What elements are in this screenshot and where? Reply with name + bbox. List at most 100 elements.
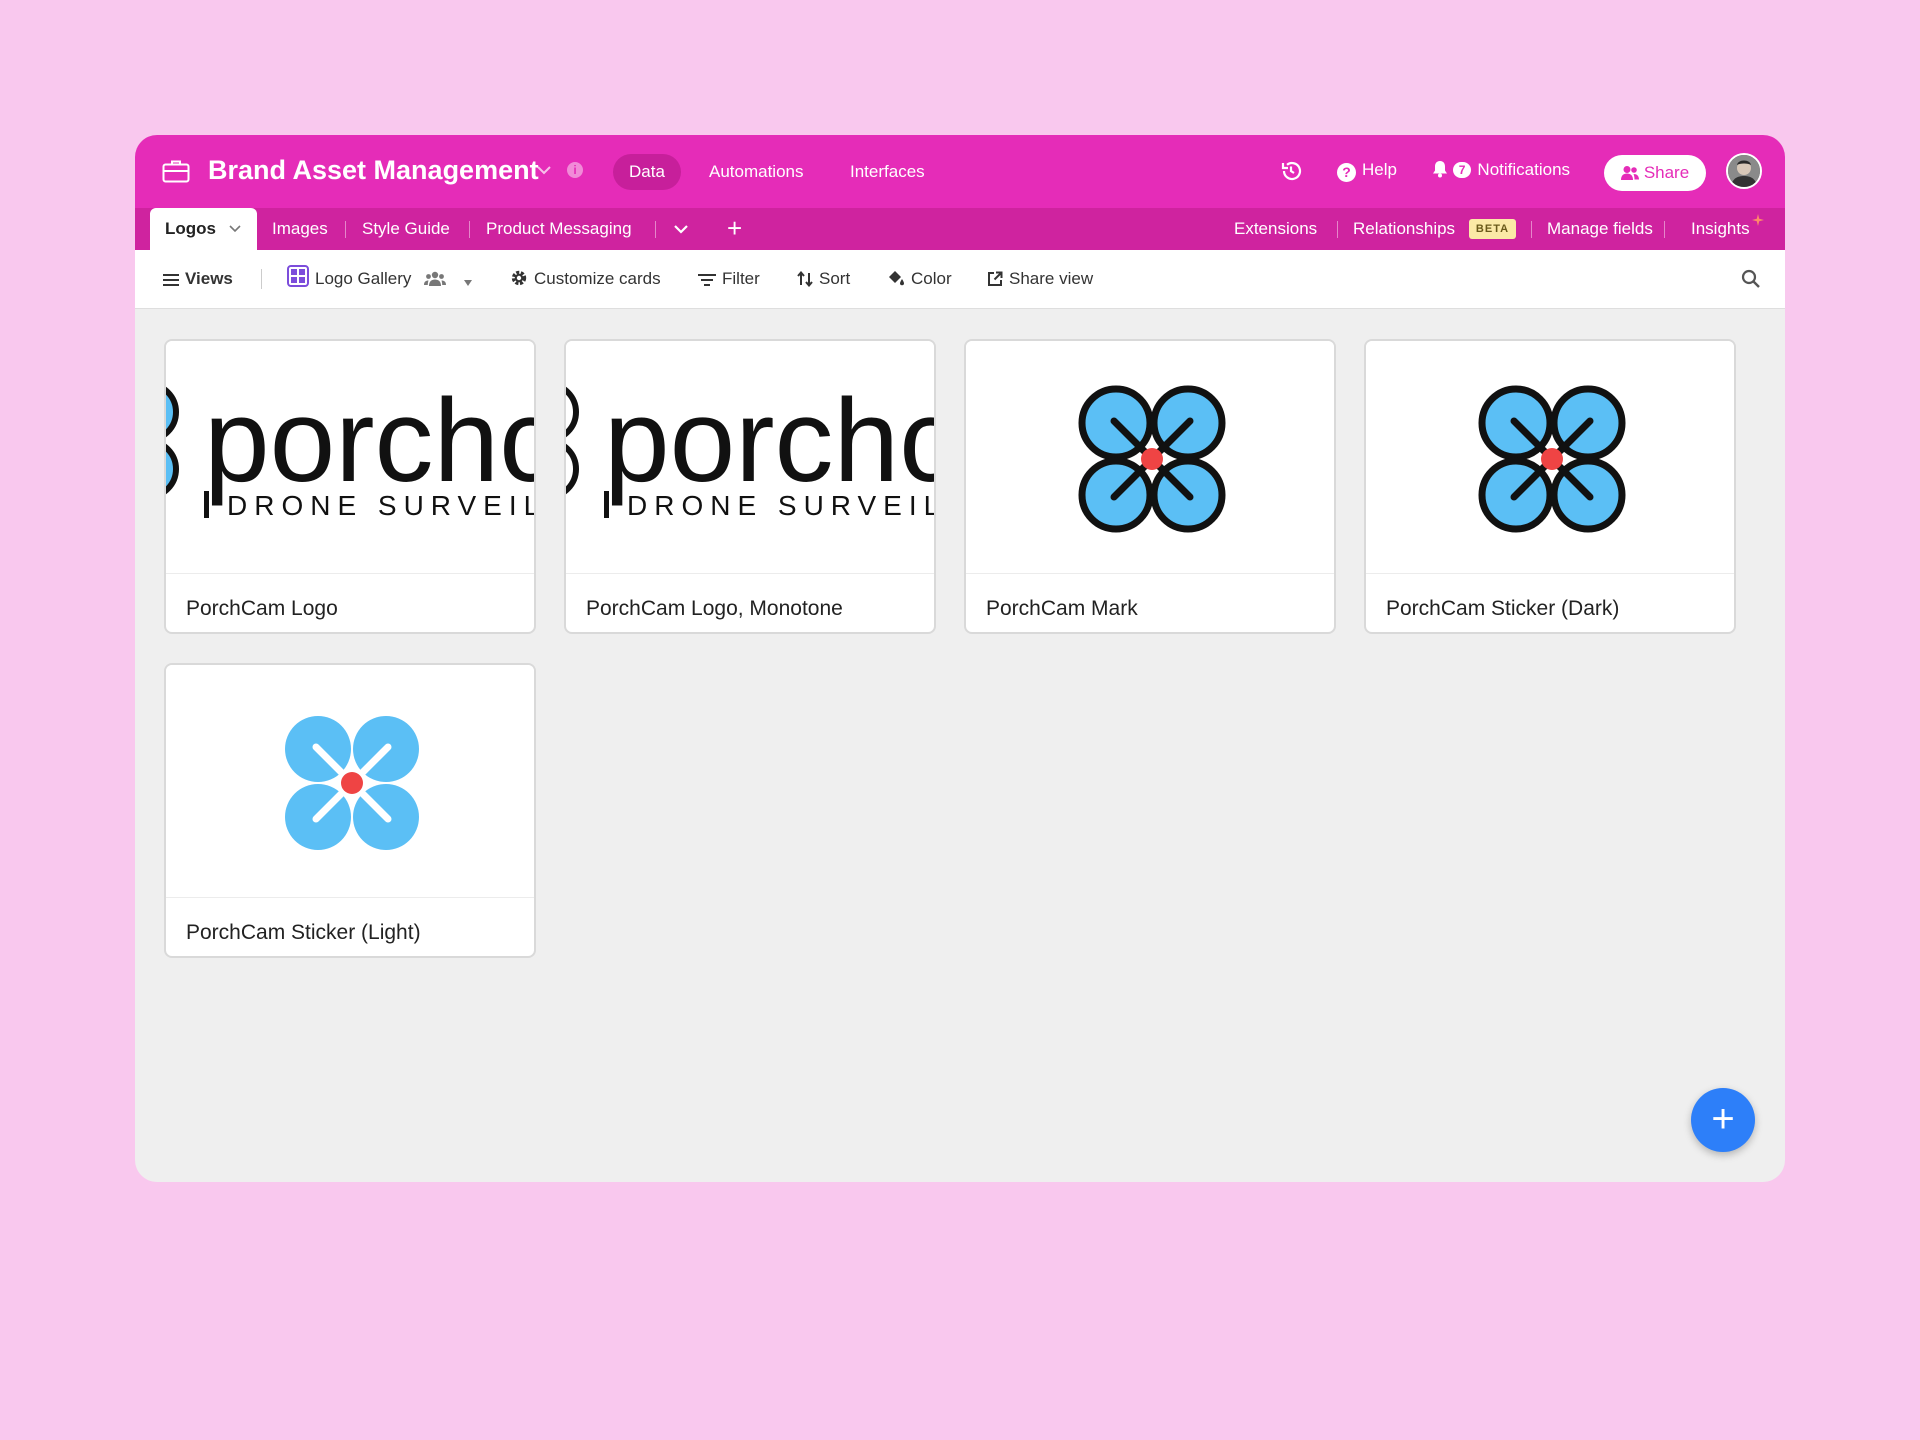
share-button[interactable]: Share bbox=[1604, 155, 1706, 191]
share-label: Share bbox=[1643, 163, 1690, 182]
nav-tab-automations[interactable]: Automations bbox=[709, 154, 804, 190]
app-window: Brand Asset Management i Data Automation… bbox=[135, 135, 1785, 1182]
divider bbox=[261, 269, 262, 289]
sort-button[interactable]: Sort bbox=[797, 250, 850, 308]
help-label: Help bbox=[1362, 160, 1397, 179]
collaborative-icon bbox=[424, 271, 447, 286]
table-tab-label: Logos bbox=[165, 219, 216, 238]
history-icon[interactable] bbox=[1279, 159, 1303, 183]
view-name: Logo Gallery bbox=[315, 269, 412, 288]
users-icon bbox=[1620, 166, 1639, 180]
card-cover-image bbox=[1366, 341, 1734, 573]
table-tab-logos[interactable]: Logos bbox=[150, 208, 257, 250]
relationships-link[interactable]: Relationships bbox=[1353, 208, 1455, 250]
card-divider bbox=[966, 573, 1334, 574]
card-cover-image: porchca DRONE SURVEILL bbox=[566, 341, 934, 573]
porchcam-mark-icon bbox=[1078, 385, 1226, 533]
card-divider bbox=[166, 897, 534, 898]
card-divider bbox=[166, 573, 534, 574]
filter-label: Filter bbox=[722, 269, 760, 288]
search-icon[interactable] bbox=[1741, 269, 1761, 289]
plus-icon: + bbox=[1711, 1097, 1735, 1141]
gallery-view-icon bbox=[287, 265, 309, 287]
sort-icon bbox=[797, 270, 813, 288]
nav-tab-interfaces[interactable]: Interfaces bbox=[850, 154, 925, 190]
notification-count-badge: 7 bbox=[1452, 162, 1472, 178]
porchcam-wordmark-monotone-logo: porchca DRONE SURVEILL bbox=[566, 381, 934, 521]
tab-divider bbox=[1664, 221, 1665, 238]
filter-button[interactable]: Filter bbox=[698, 250, 760, 308]
tab-divider bbox=[1531, 221, 1532, 238]
tab-divider bbox=[1337, 221, 1338, 238]
top-bar: Brand Asset Management i Data Automation… bbox=[135, 135, 1785, 208]
tab-divider bbox=[469, 221, 470, 238]
question-icon: ? bbox=[1337, 163, 1356, 182]
card-title: PorchCam Logo, Monotone bbox=[586, 597, 843, 620]
nav-tab-data[interactable]: Data bbox=[613, 154, 681, 190]
card-divider bbox=[566, 573, 934, 574]
external-share-icon bbox=[988, 271, 1003, 286]
porchcam-sticker-light-icon bbox=[285, 716, 419, 850]
info-icon[interactable]: i bbox=[567, 162, 583, 178]
table-tab-images[interactable]: Images bbox=[272, 208, 328, 250]
extensions-link[interactable]: Extensions bbox=[1234, 208, 1317, 250]
wordmark-text: porchca bbox=[204, 381, 534, 507]
add-table-button[interactable]: + bbox=[727, 214, 742, 242]
card-cover-image bbox=[166, 665, 534, 897]
sparkle-icon bbox=[1752, 214, 1764, 226]
view-switcher[interactable]: Logo Gallery bbox=[287, 250, 479, 308]
wordmark-text: porchca bbox=[604, 381, 934, 507]
caret-down-icon bbox=[463, 280, 472, 286]
views-label: Views bbox=[185, 269, 233, 288]
base-title[interactable]: Brand Asset Management bbox=[208, 155, 539, 186]
notifications-label: Notifications bbox=[1477, 160, 1571, 179]
color-label: Color bbox=[911, 269, 952, 288]
share-view-button[interactable]: Share view bbox=[987, 250, 1093, 308]
color-button[interactable]: Color bbox=[887, 250, 952, 308]
views-button[interactable]: Views bbox=[163, 250, 233, 308]
tagline-text: DRONE SURVEILL bbox=[627, 490, 934, 521]
chevron-down-icon[interactable] bbox=[673, 222, 689, 236]
help-button[interactable]: ? Help bbox=[1337, 160, 1397, 182]
insights-link[interactable]: Insights bbox=[1691, 208, 1750, 250]
customize-cards-label: Customize cards bbox=[534, 269, 661, 288]
card-cover-image bbox=[966, 341, 1334, 573]
avatar[interactable] bbox=[1726, 153, 1762, 189]
table-tab-product-messaging[interactable]: Product Messaging bbox=[486, 208, 632, 250]
bell-icon bbox=[1433, 161, 1447, 178]
chevron-down-icon[interactable] bbox=[535, 163, 553, 177]
chevron-down-icon[interactable] bbox=[229, 225, 241, 233]
card-title: PorchCam Sticker (Dark) bbox=[1386, 597, 1620, 620]
card-title: PorchCam Mark bbox=[986, 597, 1138, 620]
gallery-card[interactable]: PorchCam Mark bbox=[964, 339, 1336, 634]
add-record-button[interactable]: + bbox=[1691, 1088, 1755, 1152]
beta-badge: BETA bbox=[1469, 219, 1516, 239]
gallery-card[interactable]: PorchCam Sticker (Dark) bbox=[1364, 339, 1736, 634]
gallery-card[interactable]: PorchCam Sticker (Light) bbox=[164, 663, 536, 958]
gallery-card[interactable]: porchca DRONE SURVEILL PorchCam Logo, Mo… bbox=[564, 339, 936, 634]
view-bar: Views Logo Gallery Customize cards Filte… bbox=[135, 250, 1785, 309]
user-photo-icon bbox=[1728, 155, 1760, 187]
gallery-card[interactable]: porchca DRONE SURVEILL PorchCam Logo bbox=[164, 339, 536, 634]
card-divider bbox=[1366, 573, 1734, 574]
table-tab-style-guide[interactable]: Style Guide bbox=[362, 208, 450, 250]
manage-fields-link[interactable]: Manage fields bbox=[1547, 208, 1653, 250]
paint-bucket-icon bbox=[889, 271, 904, 286]
porchcam-wordmark-logo: porchca DRONE SURVEILL bbox=[166, 381, 534, 521]
filter-icon bbox=[698, 274, 716, 286]
sort-label: Sort bbox=[819, 269, 851, 288]
tab-divider bbox=[345, 221, 346, 238]
table-tabs-bar: Logos Images Style Guide Product Messagi… bbox=[135, 208, 1785, 250]
card-title: PorchCam Logo bbox=[186, 597, 338, 620]
share-view-label: Share view bbox=[1009, 269, 1094, 288]
customize-cards-button[interactable]: Customize cards bbox=[510, 250, 661, 308]
porchcam-sticker-dark-icon bbox=[1478, 385, 1626, 533]
briefcase-icon[interactable] bbox=[162, 159, 190, 183]
tagline-text: DRONE SURVEILL bbox=[227, 490, 534, 521]
notifications-button[interactable]: 7 Notifications bbox=[1432, 160, 1570, 180]
hamburger-icon bbox=[163, 274, 179, 286]
gear-icon bbox=[511, 270, 527, 286]
card-cover-image: porchca DRONE SURVEILL bbox=[166, 341, 534, 573]
card-title: PorchCam Sticker (Light) bbox=[186, 921, 421, 944]
tab-divider bbox=[655, 221, 656, 238]
